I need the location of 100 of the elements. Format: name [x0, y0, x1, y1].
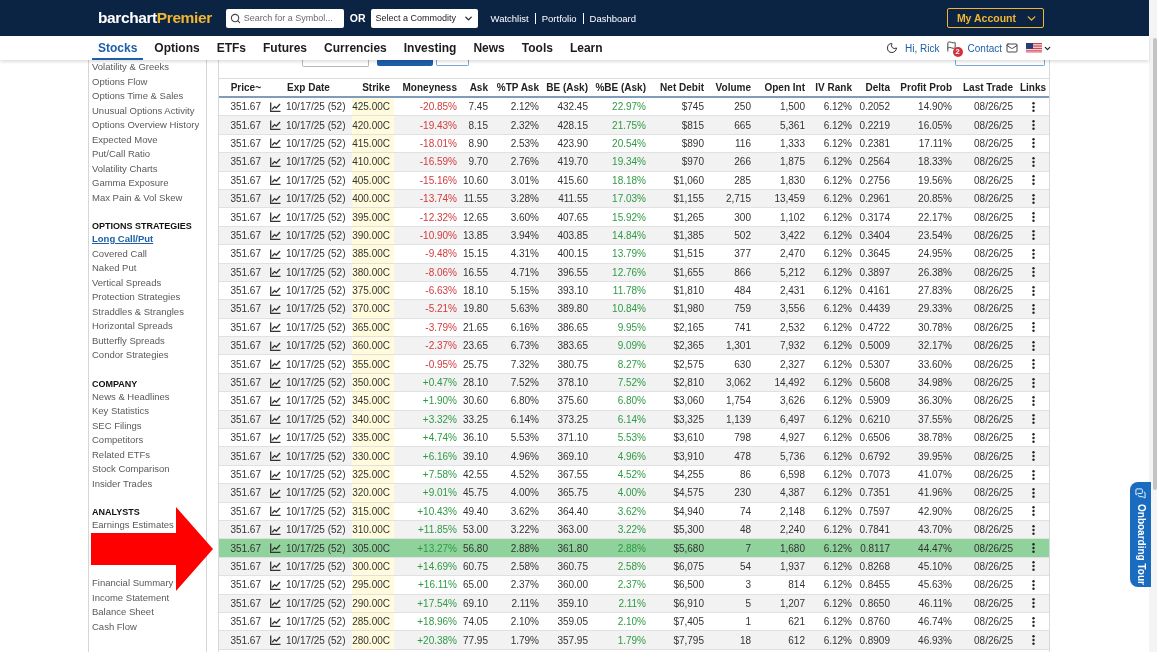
line-chart-icon[interactable] — [270, 212, 281, 223]
column-header[interactable]: Delta — [856, 79, 894, 96]
account-button[interactable]: My Account — [947, 8, 1044, 28]
line-chart-icon[interactable] — [270, 635, 281, 645]
column-header[interactable]: Price~ — [219, 79, 265, 96]
outline-button[interactable] — [436, 60, 469, 66]
sidebar-link[interactable]: Financial Summary — [92, 576, 174, 591]
more-icon[interactable] — [1031, 377, 1035, 388]
more-icon[interactable] — [1031, 616, 1035, 627]
more-icon[interactable] — [1031, 101, 1035, 112]
site-logo[interactable]: barchartPremier — [98, 9, 212, 27]
more-icon[interactable] — [1031, 579, 1035, 590]
line-chart-icon[interactable] — [270, 395, 281, 406]
more-icon[interactable] — [1031, 469, 1035, 480]
more-icon[interactable] — [1031, 395, 1035, 406]
moon-icon[interactable] — [886, 42, 899, 54]
table-row[interactable]: 351.67 10/17/25 (52) 385.00C -9.48% 15.15 4.31% 400.15 13.79% $1,515 377 2,470 6.12% 0.3645 24.95% 08/26/25 — [219, 245, 1049, 264]
table-row[interactable]: 351.67 10/17/25 (52) 425.00C -20.85% 7.45 2.12% 432.45 22.97% $745 250 1,500 6.12% 0.2052 14.90% 08/26/25 — [219, 98, 1049, 117]
sidebar-link[interactable]: Horizontal Spreads — [92, 319, 173, 334]
table-row[interactable]: 351.67 10/17/25 (52) 395.00C -12.32% 12.65 3.60% 407.65 15.92% $1,265 300 1,102 6.12% 0.3174 22.17% 08/26/25 — [219, 208, 1049, 227]
sidebar-link[interactable]: Key Statistics — [92, 404, 150, 419]
line-chart-icon[interactable] — [270, 340, 281, 351]
column-header[interactable]: Profit Prob — [894, 79, 956, 96]
table-row[interactable]: 351.67 10/17/25 (52) 420.00C -19.43% 8.15 2.32% 428.15 21.75% $815 665 5,361 6.12% 0.2219 16.05% 08/26/25 — [219, 116, 1049, 135]
line-chart-icon[interactable] — [270, 487, 281, 498]
line-chart-icon[interactable] — [270, 322, 281, 333]
header-link[interactable]: Portfolio — [541, 12, 577, 24]
table-row[interactable]: 351.67 10/17/25 (52) 370.00C -5.21% 19.80 5.63% 389.80 10.84% $1,980 759 3,556 6.12% 0.4439 29.33% 08/26/25 — [219, 300, 1049, 319]
line-chart-icon[interactable] — [270, 230, 281, 241]
sidebar-link[interactable]: Options Time & Sales — [92, 89, 184, 104]
more-icon[interactable] — [1031, 432, 1035, 443]
table-row[interactable]: 351.67 10/17/25 (52) 410.00C -16.59% 9.70 2.76% 419.70 19.34% $970 266 1,875 6.12% 0.2564 18.33% 08/26/25 — [219, 153, 1049, 172]
sidebar-link[interactable]: Earnings Estimates — [92, 518, 174, 533]
more-icon[interactable] — [1031, 304, 1035, 314]
column-header[interactable]: Open Int — [755, 79, 809, 96]
more-icon[interactable] — [1031, 322, 1035, 333]
line-chart-icon[interactable] — [270, 414, 281, 425]
table-row[interactable]: 351.67 10/17/25 (52) 360.00C -2.37% 23.65 6.73% 383.65 9.09% $2,365 1,301 7,932 6.12% 0.5009 32.17% 08/26/25 — [219, 337, 1049, 356]
sidebar-link[interactable]: Cash Flow — [92, 619, 137, 634]
sidebar-link[interactable]: Unusual Options Activity — [92, 103, 195, 118]
more-icon[interactable] — [1031, 598, 1035, 609]
line-chart-icon[interactable] — [270, 138, 281, 149]
more-icon[interactable] — [1031, 138, 1035, 149]
sidebar-link[interactable]: Stock Comparison — [92, 462, 170, 477]
sidebar-link[interactable]: Condor Strategies — [92, 348, 169, 363]
sidebar-link[interactable]: Protection Strategies — [92, 290, 181, 305]
sidebar-link[interactable]: Straddles & Strangles — [92, 304, 184, 319]
sidebar-link[interactable]: Gamma Exposure — [92, 176, 169, 191]
column-header[interactable]: %BE (Ask) — [592, 79, 650, 96]
input-field[interactable] — [302, 60, 369, 67]
nav-tab[interactable]: Stocks — [92, 36, 144, 60]
line-chart-icon[interactable] — [270, 175, 281, 186]
line-chart-icon[interactable] — [270, 248, 281, 259]
column-header[interactable]: BE (Ask) — [543, 79, 592, 96]
line-chart-icon[interactable] — [270, 506, 281, 517]
sidebar-link[interactable]: Options Overview History — [92, 118, 200, 133]
column-header[interactable]: Exp Date — [265, 79, 352, 96]
more-icon[interactable] — [1031, 120, 1035, 131]
sidebar-link[interactable]: Butterfly Spreads — [92, 333, 165, 348]
greeting-link[interactable]: Hi, Rick — [905, 42, 940, 54]
more-icon[interactable] — [1031, 175, 1035, 186]
column-header[interactable]: Last Trade — [956, 79, 1017, 96]
line-chart-icon[interactable] — [270, 579, 281, 590]
nav-tab[interactable]: Options — [148, 36, 206, 60]
column-header[interactable]: IV Rank — [809, 79, 856, 96]
more-icon[interactable] — [1031, 359, 1035, 370]
line-chart-icon[interactable] — [270, 156, 281, 167]
sidebar-link[interactable]: Naked Put — [92, 261, 137, 276]
sidebar-link[interactable]: SEC Filings — [92, 418, 142, 433]
sidebar-link[interactable]: Related ETFs — [92, 447, 151, 462]
line-chart-icon[interactable] — [270, 598, 281, 609]
language-button[interactable] — [1026, 42, 1052, 54]
nav-tab[interactable]: Investing — [397, 36, 463, 60]
more-icon[interactable] — [1031, 212, 1035, 223]
line-chart-icon[interactable] — [270, 377, 281, 388]
more-icon[interactable] — [1031, 156, 1035, 167]
sidebar-link[interactable]: Insider Trades — [92, 476, 153, 491]
more-icon[interactable] — [1031, 340, 1035, 351]
more-icon[interactable] — [1031, 543, 1035, 554]
commodity-select[interactable]: Select a Commodity — [370, 8, 478, 28]
column-header[interactable]: Moneyness — [394, 79, 461, 96]
header-link[interactable]: Watchlist — [490, 12, 529, 24]
search-field[interactable]: Search for a Symbol... — [225, 8, 344, 28]
line-chart-icon[interactable] — [270, 524, 281, 535]
table-row[interactable]: 351.67 10/17/25 (52) 355.00C -0.95% 25.75 7.32% 380.75 8.27% $2,575 630 2,327 6.12% 0.5307 33.60% 08/26/25 — [219, 355, 1049, 374]
sidebar-link[interactable]: Long Call/Put — [92, 232, 154, 247]
header-link[interactable]: Dashboard — [589, 12, 637, 24]
table-row[interactable]: 351.67 10/17/25 (52) 305.00C +13.27% 56.80 2.88% 361.80 2.88% $5,680 7 1,680 6.12% 0.8117 44.47% 08/26/25 — [219, 539, 1049, 558]
more-icon[interactable] — [1031, 524, 1035, 535]
line-chart-icon[interactable] — [270, 469, 281, 480]
more-icon[interactable] — [1031, 561, 1035, 572]
sidebar-link[interactable]: Competitors — [92, 433, 144, 448]
column-header[interactable]: Volume — [708, 79, 755, 96]
more-icon[interactable] — [1031, 230, 1035, 241]
line-chart-icon[interactable] — [270, 543, 281, 554]
table-row[interactable]: 351.67 10/17/25 (52) 335.00C +4.74% 36.10 5.53% 371.10 5.53% $3,610 798 4,927 6.12% 0.6506 38.78% 08/26/25 — [219, 429, 1049, 448]
line-chart-icon[interactable] — [270, 616, 281, 627]
onboarding-tour-button[interactable]: Onboarding Tour — [1130, 482, 1151, 587]
column-header[interactable]: Net Debit — [650, 79, 708, 96]
table-row[interactable]: 351.67 10/17/25 (52) 320.00C +9.01% 45.75 4.00% 365.75 4.00% $4,575 230 4,387 6.12% 0.7351 41.96% 08/26/25 — [219, 484, 1049, 503]
